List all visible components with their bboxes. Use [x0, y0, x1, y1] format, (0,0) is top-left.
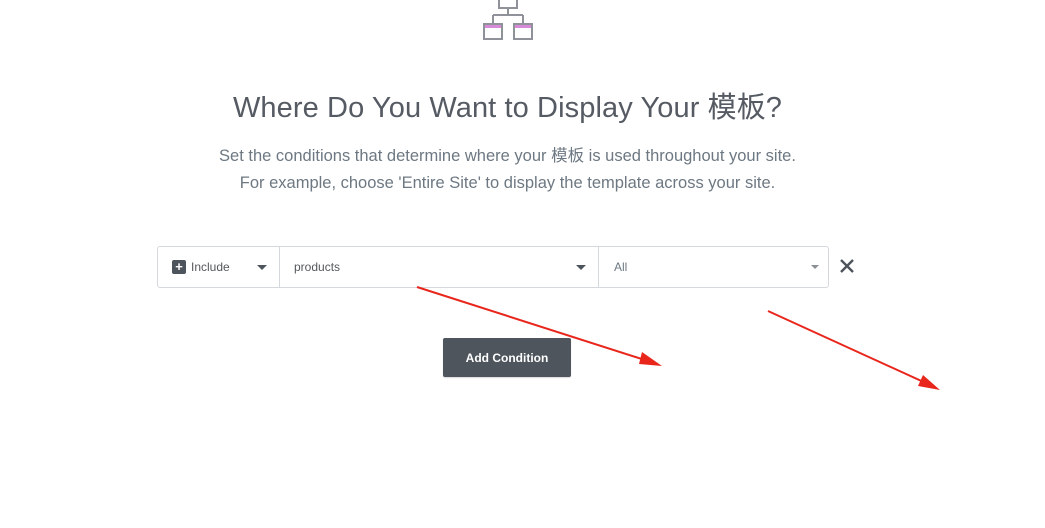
description-line-2: For example, choose 'Entire Site' to dis…: [239, 174, 776, 192]
condition-name-value: products: [294, 260, 341, 274]
condition-row: + Include products All: [157, 246, 829, 288]
annotation-arrow-2: [767, 310, 940, 390]
condition-sub-name-select[interactable]: All: [599, 247, 828, 287]
description-line-1: Set the conditions that determine where …: [219, 147, 796, 165]
remove-condition-button[interactable]: [837, 256, 857, 276]
condition-sub-name-value: All: [614, 260, 628, 274]
add-condition-button[interactable]: Add Condition: [443, 338, 571, 377]
plus-square-icon: +: [172, 260, 186, 274]
condition-type-value: Include: [191, 260, 230, 274]
close-icon: [840, 259, 854, 273]
caret-down-icon: [257, 265, 267, 270]
page-title: Where Do You Want to Display Your 模板?: [232, 92, 783, 124]
page-description: Set the conditions that determine where …: [0, 143, 1015, 197]
conditions-page: Where Do You Want to Display Your 模板? Se…: [0, 0, 1045, 528]
caret-down-icon: [576, 265, 586, 270]
condition-name-select[interactable]: products: [280, 247, 599, 287]
condition-type-select[interactable]: + Include: [158, 247, 280, 287]
caret-down-icon: [811, 265, 819, 269]
sitemap-icon: [483, 0, 533, 40]
